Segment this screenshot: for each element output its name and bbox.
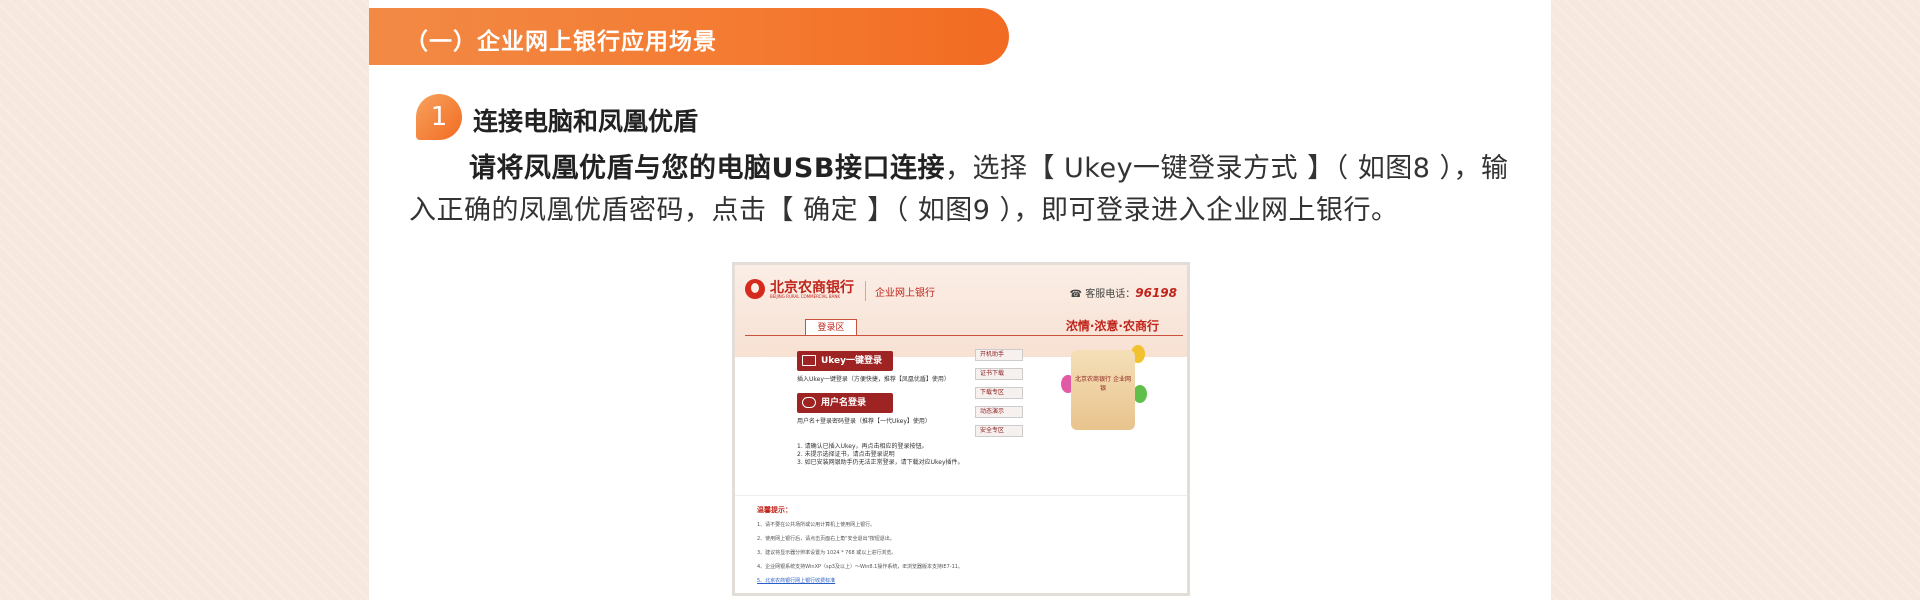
service-phone: ☎ 客服电话：96198: [1070, 285, 1177, 300]
ukey-login-label: Ukey一键登录: [821, 356, 883, 366]
instruction-bold: 请将凤凰优盾与您的电脑USB接口连接: [469, 153, 945, 184]
step-title: 连接电脑和凤凰优盾: [473, 107, 699, 136]
help-item-demo[interactable]: 动态演示: [975, 406, 1023, 418]
step-number-badge: 1: [416, 94, 462, 140]
pencil-icon: [802, 397, 816, 408]
bank-logo-icon: [745, 279, 765, 299]
tip-item: 4、企业网银系统支持WinXP（sp3及以上）～Win8.1操作系统，IE浏览器…: [757, 564, 963, 570]
tip-item: 2、使用网上银行后，请点击页面右上角"安全退出"按钮退出。: [757, 536, 895, 542]
tips-title: 温馨提示：: [757, 506, 792, 514]
section-header-banner: （一）企业网上银行应用场景: [369, 8, 1009, 65]
promo-banner[interactable]: 北京农商银行 企业网银: [1061, 345, 1147, 437]
note-item: 3. 如已安装网银助手仍无法正常登录，请下载对应Ukey插件。: [797, 459, 964, 466]
fee-standard-link[interactable]: 5、北京农商银行网上银行收费标准: [757, 577, 835, 584]
help-item-assistant[interactable]: 开机助手: [975, 349, 1023, 361]
help-item-cert-download[interactable]: 证书下载: [975, 368, 1023, 380]
bank-login-screenshot: 北京农商银行 BEIJING RURAL COMMERCIAL BANK 企业网…: [732, 262, 1190, 596]
note-item: 2. 未提示选择证书，请点击登录说明: [797, 451, 895, 458]
promo-text: 北京农商银行 企业网银: [1075, 376, 1131, 392]
note-item: 1. 请确认已插入Ukey，再点击相应的登录按钮。: [797, 443, 928, 450]
bank-slogan: 浓情·浓意·农商行: [1065, 319, 1159, 333]
username-login-button[interactable]: 用户名登录: [797, 393, 893, 413]
tab-underline: [745, 335, 1183, 336]
instruction-paragraph: 请将凤凰优盾与您的电脑USB接口连接，选择【 Ukey一键登录方式 】（ 如图8…: [409, 148, 1509, 232]
ukey-login-button[interactable]: Ukey一键登录: [797, 351, 893, 371]
phone-icon: ☎: [1069, 289, 1086, 300]
header-divider: [865, 281, 866, 301]
ukey-login-desc: 插入Ukey一键登录（方便快捷，推荐【凤凰优盾】使用）: [797, 376, 950, 383]
phone-label: 客服电话：: [1085, 289, 1136, 300]
username-login-label: 用户名登录: [821, 398, 867, 408]
help-item-security[interactable]: 安全专区: [975, 425, 1023, 437]
tip-item: 1、请不要在公共场所或公用计算机上使用网上银行。: [757, 522, 876, 528]
bank-name-en: BEIJING RURAL COMMERCIAL BANK: [770, 294, 840, 299]
tip-item: 3、建议将显示器分辨率设置为 1024 * 768 或以上进行浏览。: [757, 550, 897, 556]
phone-number: 96198: [1135, 286, 1177, 300]
help-item-downloads[interactable]: 下载专区: [975, 387, 1023, 399]
tab-login-area[interactable]: 登录区: [805, 319, 857, 336]
portal-name: 企业网上银行: [875, 288, 935, 299]
ukey-icon: [802, 355, 816, 366]
username-login-desc: 用户名+登录密码登录（推荐【一代Ukey】使用）: [797, 418, 931, 425]
login-notes: 1. 请确认已插入Ukey，再点击相应的登录按钮。 2. 未提示选择证书，请点击…: [797, 443, 964, 467]
section-title: （一）企业网上银行应用场景: [405, 29, 717, 55]
divider: [735, 495, 1187, 496]
balloon-icon: [1133, 385, 1147, 403]
